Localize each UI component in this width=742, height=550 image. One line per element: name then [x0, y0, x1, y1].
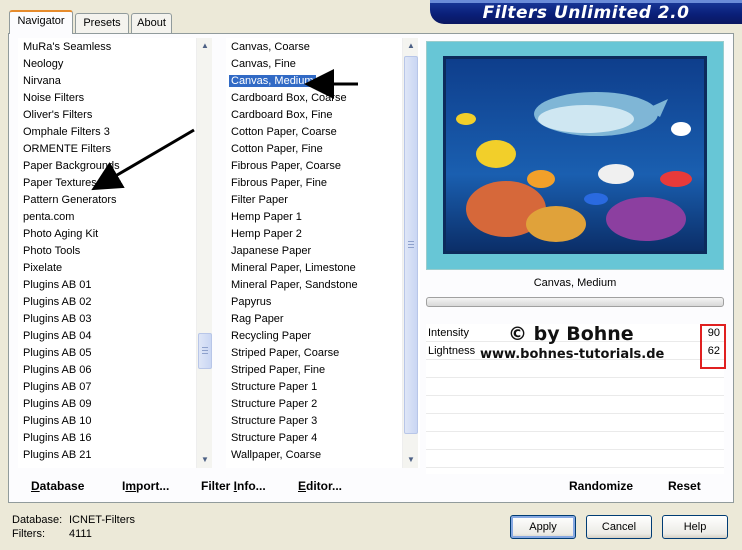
database-label: atabase	[39, 479, 85, 493]
import-label: port...	[136, 479, 170, 493]
param-row-empty	[426, 433, 724, 450]
param-row-empty	[426, 379, 724, 396]
filters-count-value: 4111	[69, 528, 92, 540]
editor-button[interactable]: Editor...	[298, 479, 342, 493]
cancel-button[interactable]: Cancel	[586, 515, 652, 539]
param-label: Intensity	[428, 327, 469, 339]
filter-info-label: nfo...	[237, 479, 266, 493]
database-label: Database:	[12, 514, 63, 526]
import-accel: m	[125, 479, 137, 493]
apply-button[interactable]: Apply	[510, 515, 576, 539]
value-highlight-box	[700, 324, 726, 369]
underwater-picture	[446, 59, 704, 251]
filter-info-button[interactable]: Filter Info...	[201, 479, 266, 493]
database-accel: D	[31, 479, 40, 493]
editor-label: ditor...	[306, 479, 343, 493]
arrow-paper-textures-icon	[91, 128, 195, 191]
editor-accel: E	[298, 479, 307, 493]
param-row-empty	[426, 415, 724, 432]
watermark-line2: www.bohnes-tutorials.de	[480, 347, 665, 362]
reset-button[interactable]: Reset	[668, 479, 701, 493]
preview-caption: Canvas, Medium	[533, 277, 617, 289]
param-label: Lightness	[428, 345, 476, 357]
watermark-line1: © by Bohne	[508, 323, 634, 345]
param-row-empty	[426, 451, 724, 468]
param-row-empty	[426, 361, 724, 378]
preview-image	[443, 56, 707, 254]
database-button[interactable]: Database	[31, 479, 84, 493]
preview-area	[426, 41, 724, 270]
import-button[interactable]: Import...	[122, 479, 169, 493]
database-value: ICNET-Filters	[69, 514, 135, 526]
param-row-empty	[426, 397, 724, 414]
progress-bar	[426, 297, 724, 307]
tab-navigator[interactable]: Navigator	[9, 10, 73, 34]
filters-count-label: Filters:	[12, 528, 45, 540]
filter-info-pre: Filter	[201, 479, 234, 493]
randomize-button[interactable]: Randomize	[569, 479, 633, 493]
help-button[interactable]: Help	[662, 515, 728, 539]
